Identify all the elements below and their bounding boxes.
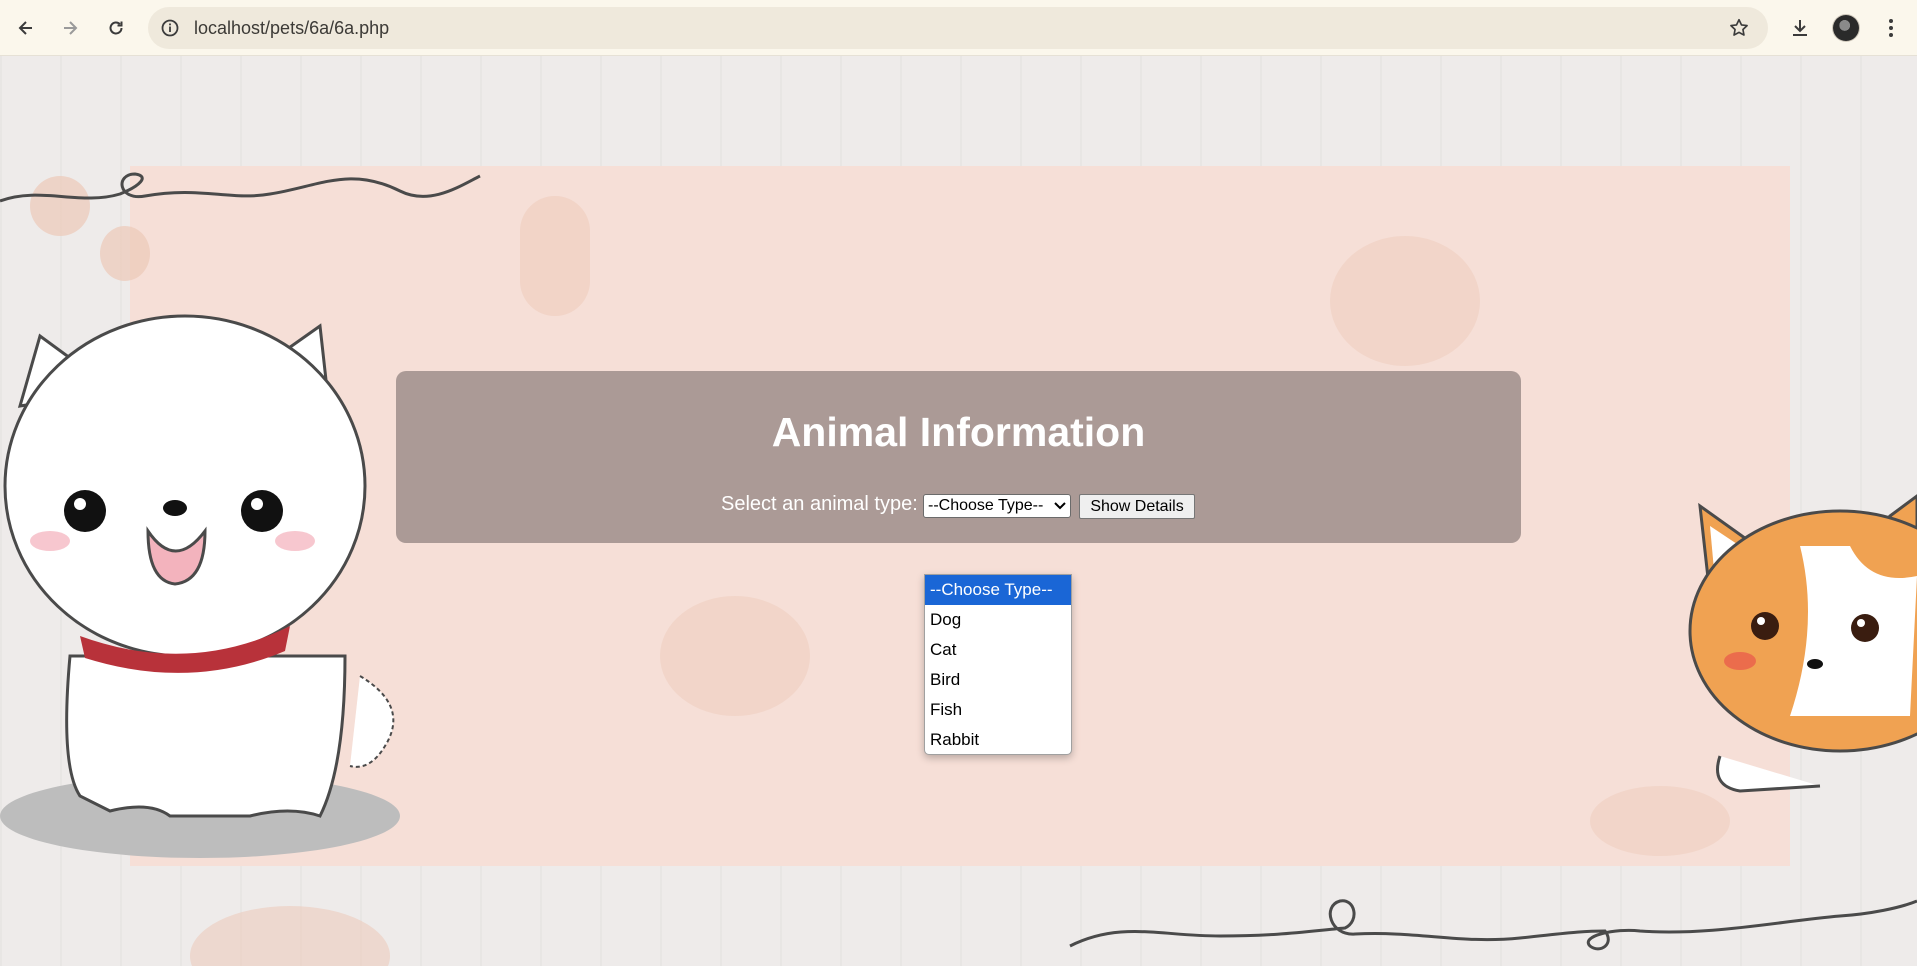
dropdown-option[interactable]: Fish — [925, 695, 1071, 725]
chevron-down-icon — [1054, 502, 1066, 510]
downloads-button[interactable] — [1786, 14, 1814, 42]
bookmark-star-icon[interactable] — [1728, 17, 1750, 39]
show-details-button[interactable]: Show Details — [1079, 494, 1195, 519]
reload-button[interactable] — [100, 10, 132, 46]
dropdown-option[interactable]: --Choose Type-- — [925, 575, 1071, 605]
forward-arrow-icon — [64, 21, 78, 35]
animal-type-select[interactable]: --Choose Type-- — [923, 494, 1071, 518]
more-vertical-icon — [1889, 19, 1893, 37]
animal-type-dropdown: --Choose Type-- Dog Cat Bird Fish Rabbit — [924, 574, 1072, 755]
select-value: --Choose Type-- — [928, 497, 1044, 514]
url-text[interactable]: localhost/pets/6a/6a.php — [194, 18, 389, 39]
bone-decoration — [520, 196, 590, 316]
squiggle-line-decoration — [1069, 899, 1917, 951]
dropdown-option[interactable]: Cat — [925, 635, 1071, 665]
squiggle-line-decoration — [0, 172, 481, 203]
browser-toolbar: localhost/pets/6a/6a.php — [0, 0, 1917, 56]
cartoon-cat-illustration — [0, 314, 400, 858]
dropdown-option[interactable]: Bird — [925, 665, 1071, 695]
dropdown-option[interactable]: Dog — [925, 605, 1071, 635]
download-icon — [1793, 20, 1807, 36]
forward-button[interactable] — [54, 10, 86, 46]
reload-icon — [109, 21, 123, 35]
paw-print-decoration — [660, 596, 810, 716]
cartoon-corgi-illustration — [1688, 494, 1917, 793]
paw-print-decoration — [1330, 236, 1480, 366]
paw-print-decoration — [100, 226, 150, 281]
back-button[interactable] — [10, 10, 42, 46]
dropdown-option[interactable]: Rabbit — [925, 725, 1071, 754]
browser-menu-button[interactable] — [1877, 14, 1905, 42]
back-arrow-icon — [18, 21, 32, 35]
address-bar[interactable]: localhost/pets/6a/6a.php — [148, 7, 1768, 49]
select-label: Select an animal type: — [721, 493, 918, 515]
profile-avatar[interactable] — [1833, 15, 1859, 41]
site-info-icon[interactable] — [160, 18, 180, 38]
paw-print-decoration — [190, 906, 390, 966]
page-title: Animal Information — [771, 409, 1146, 455]
